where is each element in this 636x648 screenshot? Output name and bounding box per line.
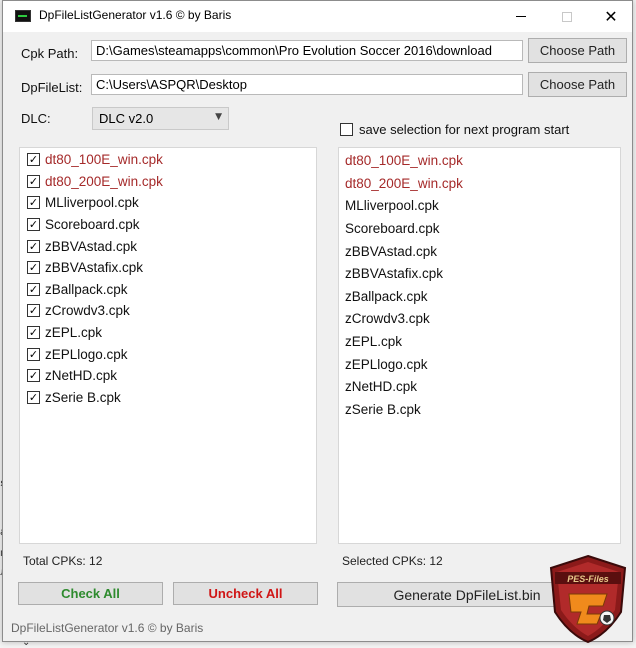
checkbox-checked-icon[interactable]: ✓	[27, 348, 40, 361]
uncheck-all-button[interactable]: Uncheck All	[173, 582, 318, 605]
status-bar-text: DpFileListGenerator v1.6 © by Baris	[11, 621, 204, 635]
close-button[interactable]: ✕	[588, 1, 634, 32]
dpfilelist-choose-path-button[interactable]: Choose Path	[528, 72, 627, 97]
list-item[interactable]: dt80_200E_win.cpk	[345, 173, 463, 194]
dpfilelist-label: DpFileList:	[21, 80, 83, 95]
list-item-label: zEPLlogo.cpk	[45, 347, 128, 362]
list-item-label: zSerie B.cpk	[45, 390, 121, 405]
logo-text: PES-Files	[567, 574, 609, 584]
list-item[interactable]: zEPL.cpk	[345, 331, 402, 352]
cpk-checklist[interactable]: ✓ dt80_100E_win.cpk ✓ dt80_200E_win.cpk …	[19, 147, 317, 544]
checkbox-checked-icon[interactable]: ✓	[27, 218, 40, 231]
checkbox-checked-icon[interactable]: ✓	[27, 369, 40, 382]
save-selection-checkbox[interactable]: save selection for next program start	[340, 122, 569, 137]
minimize-button[interactable]	[498, 1, 544, 32]
checkbox-checked-icon[interactable]: ✓	[27, 304, 40, 317]
dpfilelist-path-input[interactable]: C:\Users\ASPQR\Desktop	[91, 74, 523, 95]
dlc-select[interactable]: DLC v2.0 ▼	[92, 107, 229, 130]
checkbox-checked-icon[interactable]: ✓	[27, 261, 40, 274]
list-item[interactable]: ✓ zCrowdv3.cpk	[27, 300, 130, 321]
save-selection-label: save selection for next program start	[359, 122, 570, 137]
checkbox-checked-icon[interactable]: ✓	[27, 175, 40, 188]
checkbox-checked-icon[interactable]: ✓	[27, 196, 40, 209]
close-icon: ✕	[604, 7, 618, 26]
minimize-icon	[516, 16, 526, 17]
list-item[interactable]: ✓ zBBVAstad.cpk	[27, 236, 137, 257]
list-item[interactable]: dt80_100E_win.cpk	[345, 150, 463, 171]
selected-cpks-count: Selected CPKs: 12	[342, 554, 443, 568]
list-item[interactable]: ✓ zBBVAstafix.cpk	[27, 257, 143, 278]
list-item[interactable]: ✓ dt80_100E_win.cpk	[27, 149, 163, 170]
selected-cpk-list[interactable]: dt80_100E_win.cpk dt80_200E_win.cpk MLli…	[338, 147, 621, 544]
list-item[interactable]: ✓ zBallpack.cpk	[27, 279, 128, 300]
list-item[interactable]: ✓ zEPLlogo.cpk	[27, 344, 128, 365]
check-all-button[interactable]: Check All	[18, 582, 163, 605]
list-item-label: zBBVAstad.cpk	[45, 239, 138, 254]
checkbox-unchecked[interactable]	[340, 123, 353, 136]
checkbox-checked-icon[interactable]: ✓	[27, 391, 40, 404]
list-item-label: zCrowdv3.cpk	[45, 303, 130, 318]
chevron-down-icon: ▼	[215, 112, 222, 122]
pes-files-logo: PES-Files	[549, 554, 627, 644]
checkbox-checked-icon[interactable]: ✓	[27, 326, 40, 339]
maximize-button[interactable]	[544, 1, 590, 32]
checkbox-checked-icon[interactable]: ✓	[27, 240, 40, 253]
checkbox-checked-icon[interactable]: ✓	[27, 153, 40, 166]
list-item-label: dt80_100E_win.cpk	[45, 152, 163, 167]
list-item[interactable]: zBBVAstafix.cpk	[345, 263, 443, 284]
list-item[interactable]: ✓ zNetHD.cpk	[27, 365, 117, 386]
window-title: DpFileListGenerator v1.6 © by Baris	[39, 8, 232, 22]
list-item[interactable]: ✓ zSerie B.cpk	[27, 387, 121, 408]
list-item[interactable]: zEPLlogo.cpk	[345, 354, 428, 375]
list-item-label: dt80_200E_win.cpk	[45, 174, 163, 189]
app-window: DpFileListGenerator v1.6 © by Baris ✕ Cp…	[2, 0, 633, 644]
list-item[interactable]: MLliverpool.cpk	[345, 195, 439, 216]
list-item-label: zBBVAstafix.cpk	[45, 260, 144, 275]
title-bar[interactable]: DpFileListGenerator v1.6 © by Baris ✕	[3, 1, 632, 32]
list-item[interactable]: zSerie B.cpk	[345, 399, 421, 420]
list-item[interactable]: Scoreboard.cpk	[345, 218, 440, 239]
list-item-label: MLliverpool.cpk	[45, 195, 139, 210]
checkbox-checked-icon[interactable]: ✓	[27, 283, 40, 296]
list-item[interactable]: ✓ MLliverpool.cpk	[27, 192, 139, 213]
app-icon	[15, 10, 31, 22]
list-item-label: zBallpack.cpk	[45, 282, 128, 297]
cpk-choose-path-button[interactable]: Choose Path	[528, 38, 627, 63]
list-item[interactable]: ✓ dt80_200E_win.cpk	[27, 171, 163, 192]
list-item[interactable]: zNetHD.cpk	[345, 376, 417, 397]
list-item-label: Scoreboard.cpk	[45, 217, 140, 232]
maximize-icon	[562, 11, 572, 22]
list-item-label: zNetHD.cpk	[45, 368, 118, 383]
dlc-label: DLC:	[21, 111, 51, 126]
dlc-select-value: DLC v2.0	[99, 111, 154, 126]
list-item-label: zEPL.cpk	[45, 325, 103, 340]
cpk-path-input[interactable]: D:\Games\steamapps\common\Pro Evolution …	[91, 40, 523, 61]
list-item[interactable]: ✓ Scoreboard.cpk	[27, 214, 140, 235]
list-item[interactable]: zBBVAstad.cpk	[345, 241, 437, 262]
cpk-path-label: Cpk Path:	[21, 46, 79, 61]
list-item[interactable]: zBallpack.cpk	[345, 286, 428, 307]
list-item[interactable]: ✓ zEPL.cpk	[27, 322, 102, 343]
total-cpks-count: Total CPKs: 12	[23, 554, 103, 568]
list-item[interactable]: zCrowdv3.cpk	[345, 308, 430, 329]
